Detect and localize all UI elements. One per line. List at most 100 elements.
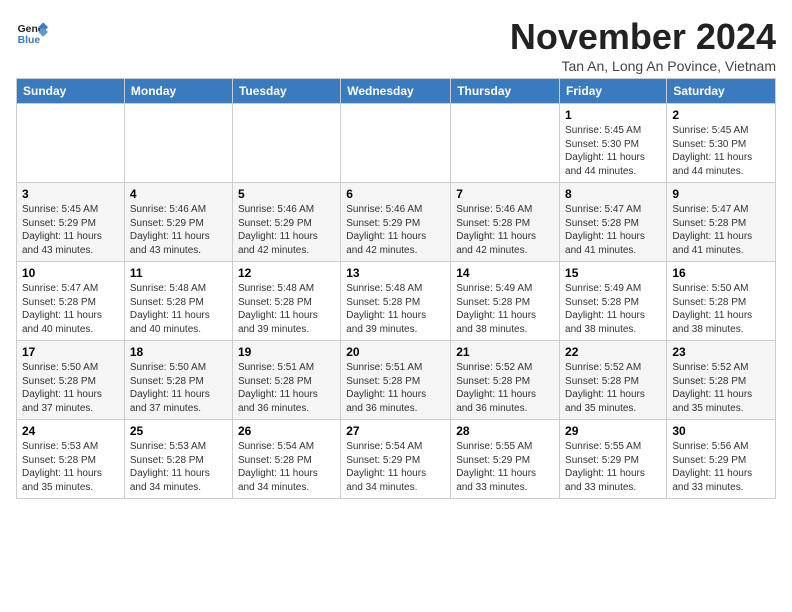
day-number: 17: [22, 345, 119, 359]
calendar-cell: 7 Sunrise: 5:46 AM Sunset: 5:28 PM Daylig…: [451, 183, 560, 262]
calendar-cell: 24 Sunrise: 5:53 AM Sunset: 5:28 PM Dayli…: [17, 420, 125, 499]
calendar-cell: 9 Sunrise: 5:47 AM Sunset: 5:28 PM Daylig…: [667, 183, 776, 262]
calendar-cell: 16 Sunrise: 5:50 AM Sunset: 5:28 PM Dayli…: [667, 262, 776, 341]
day-number: 24: [22, 424, 119, 438]
calendar-cell: 11 Sunrise: 5:48 AM Sunset: 5:28 PM Dayli…: [124, 262, 232, 341]
day-number: 29: [565, 424, 661, 438]
day-info: Sunrise: 5:51 AM Sunset: 5:28 PM Dayligh…: [238, 361, 335, 415]
day-info: Sunrise: 5:53 AM Sunset: 5:28 PM Dayligh…: [130, 440, 227, 494]
day-number: 1: [565, 108, 661, 122]
day-info: Sunrise: 5:53 AM Sunset: 5:28 PM Dayligh…: [22, 440, 119, 494]
day-number: 14: [456, 266, 554, 280]
day-info: Sunrise: 5:46 AM Sunset: 5:29 PM Dayligh…: [238, 203, 335, 257]
calendar-cell: 8 Sunrise: 5:47 AM Sunset: 5:28 PM Daylig…: [560, 183, 667, 262]
day-info: Sunrise: 5:54 AM Sunset: 5:28 PM Dayligh…: [238, 440, 335, 494]
month-title: November 2024: [510, 16, 776, 58]
calendar-week-row: 17Sunrise: 5:50 AM Sunset: 5:28 PM Dayli…: [17, 341, 776, 420]
calendar-cell: 26 Sunrise: 5:54 AM Sunset: 5:28 PM Dayli…: [232, 420, 340, 499]
day-info: Sunrise: 5:52 AM Sunset: 5:28 PM Dayligh…: [672, 361, 770, 415]
calendar-cell: 17Sunrise: 5:50 AM Sunset: 5:28 PM Dayli…: [17, 341, 125, 420]
day-number: 3: [22, 187, 119, 201]
day-number: 5: [238, 187, 335, 201]
calendar-week-row: 24 Sunrise: 5:53 AM Sunset: 5:28 PM Dayli…: [17, 420, 776, 499]
day-info: Sunrise: 5:48 AM Sunset: 5:28 PM Dayligh…: [346, 282, 445, 336]
day-number: 7: [456, 187, 554, 201]
calendar-cell: 1Sunrise: 5:45 AM Sunset: 5:30 PM Daylig…: [560, 104, 667, 183]
calendar-week-row: 1 Sunrise: 5:45 AM Sunset: 5:30 PM Daylig…: [17, 104, 776, 183]
day-number: 28: [456, 424, 554, 438]
calendar-week-row: 3 Sunrise: 5:45 AM Sunset: 5:29 PM Daylig…: [17, 183, 776, 262]
calendar-cell: 5 Sunrise: 5:46 AM Sunset: 5:29 PM Daylig…: [232, 183, 340, 262]
calendar-cell: 2 Sunrise: 5:45 AM Sunset: 5:30 PM Daylig…: [667, 104, 776, 183]
day-number: 8: [565, 187, 661, 201]
calendar-cell: 14 Sunrise: 5:49 AM Sunset: 5:28 PM Dayli…: [451, 262, 560, 341]
day-info: Sunrise: 5:46 AM Sunset: 5:29 PM Dayligh…: [346, 203, 445, 257]
calendar-cell: 6 Sunrise: 5:46 AM Sunset: 5:29 PM Daylig…: [341, 183, 451, 262]
day-number: 25: [130, 424, 227, 438]
day-number: 18: [130, 345, 227, 359]
calendar-cell: 29 Sunrise: 5:55 AM Sunset: 5:29 PM Dayli…: [560, 420, 667, 499]
day-info: Sunrise: 5:55 AM Sunset: 5:29 PM Dayligh…: [456, 440, 554, 494]
day-info: Sunrise: 5:48 AM Sunset: 5:28 PM Dayligh…: [238, 282, 335, 336]
calendar-cell: 20 Sunrise: 5:51 AM Sunset: 5:28 PM Dayli…: [341, 341, 451, 420]
weekday-header-thursday: Thursday: [451, 79, 560, 104]
weekday-header-wednesday: Wednesday: [341, 79, 451, 104]
calendar-cell: 25 Sunrise: 5:53 AM Sunset: 5:28 PM Dayli…: [124, 420, 232, 499]
day-number: 9: [672, 187, 770, 201]
calendar-cell: 30 Sunrise: 5:56 AM Sunset: 5:29 PM Dayli…: [667, 420, 776, 499]
day-info: Sunrise: 5:48 AM Sunset: 5:28 PM Dayligh…: [130, 282, 227, 336]
day-info: Sunrise: 5:52 AM Sunset: 5:28 PM Dayligh…: [456, 361, 554, 415]
day-info: Sunrise: 5:49 AM Sunset: 5:28 PM Dayligh…: [456, 282, 554, 336]
day-number: 22: [565, 345, 661, 359]
day-info: Sunrise: 5:51 AM Sunset: 5:28 PM Dayligh…: [346, 361, 445, 415]
day-info: Sunrise: 5:50 AM Sunset: 5:28 PM Dayligh…: [672, 282, 770, 336]
day-info: Sunrise: 5:46 AM Sunset: 5:28 PM Dayligh…: [456, 203, 554, 257]
day-info: Sunrise: 5:45 AM Sunset: 5:29 PM Dayligh…: [22, 203, 119, 257]
weekday-header-friday: Friday: [560, 79, 667, 104]
weekday-header-saturday: Saturday: [667, 79, 776, 104]
calendar-cell: 12Sunrise: 5:48 AM Sunset: 5:28 PM Dayli…: [232, 262, 340, 341]
day-number: 11: [130, 266, 227, 280]
title-block: November 2024 Tan An, Long An Povince, V…: [510, 16, 776, 74]
day-info: Sunrise: 5:47 AM Sunset: 5:28 PM Dayligh…: [565, 203, 661, 257]
calendar-cell: [17, 104, 125, 183]
calendar-cell: 21 Sunrise: 5:52 AM Sunset: 5:28 PM Dayli…: [451, 341, 560, 420]
day-info: Sunrise: 5:49 AM Sunset: 5:28 PM Dayligh…: [565, 282, 661, 336]
calendar-cell: [341, 104, 451, 183]
day-number: 21: [456, 345, 554, 359]
day-number: 30: [672, 424, 770, 438]
day-info: Sunrise: 5:56 AM Sunset: 5:29 PM Dayligh…: [672, 440, 770, 494]
logo-icon: General Blue: [16, 16, 48, 48]
day-number: 4: [130, 187, 227, 201]
day-number: 20: [346, 345, 445, 359]
day-info: Sunrise: 5:55 AM Sunset: 5:29 PM Dayligh…: [565, 440, 661, 494]
day-number: 6: [346, 187, 445, 201]
weekday-header-tuesday: Tuesday: [232, 79, 340, 104]
calendar-cell: [232, 104, 340, 183]
weekday-header-sunday: Sunday: [17, 79, 125, 104]
day-info: Sunrise: 5:47 AM Sunset: 5:28 PM Dayligh…: [22, 282, 119, 336]
day-number: 26: [238, 424, 335, 438]
calendar-cell: 27Sunrise: 5:54 AM Sunset: 5:29 PM Dayli…: [341, 420, 451, 499]
location-subtitle: Tan An, Long An Povince, Vietnam: [510, 58, 776, 74]
calendar-cell: 13Sunrise: 5:48 AM Sunset: 5:28 PM Dayli…: [341, 262, 451, 341]
day-info: Sunrise: 5:52 AM Sunset: 5:28 PM Dayligh…: [565, 361, 661, 415]
calendar-cell: 22 Sunrise: 5:52 AM Sunset: 5:28 PM Dayli…: [560, 341, 667, 420]
day-number: 2: [672, 108, 770, 122]
day-info: Sunrise: 5:47 AM Sunset: 5:28 PM Dayligh…: [672, 203, 770, 257]
day-info: Sunrise: 5:45 AM Sunset: 5:30 PM Dayligh…: [672, 124, 770, 178]
calendar-cell: 10Sunrise: 5:47 AM Sunset: 5:28 PM Dayli…: [17, 262, 125, 341]
svg-text:Blue: Blue: [18, 35, 41, 46]
day-info: Sunrise: 5:46 AM Sunset: 5:29 PM Dayligh…: [130, 203, 227, 257]
calendar-cell: 3 Sunrise: 5:45 AM Sunset: 5:29 PM Daylig…: [17, 183, 125, 262]
calendar-table: SundayMondayTuesdayWednesdayThursdayFrid…: [16, 78, 776, 499]
calendar-cell: 19 Sunrise: 5:51 AM Sunset: 5:28 PM Dayli…: [232, 341, 340, 420]
weekday-header-monday: Monday: [124, 79, 232, 104]
day-number: 27: [346, 424, 445, 438]
day-number: 16: [672, 266, 770, 280]
day-number: 19: [238, 345, 335, 359]
logo: General Blue: [16, 16, 48, 48]
calendar-cell: 28 Sunrise: 5:55 AM Sunset: 5:29 PM Dayli…: [451, 420, 560, 499]
calendar-cell: 23Sunrise: 5:52 AM Sunset: 5:28 PM Dayli…: [667, 341, 776, 420]
calendar-week-row: 10Sunrise: 5:47 AM Sunset: 5:28 PM Dayli…: [17, 262, 776, 341]
